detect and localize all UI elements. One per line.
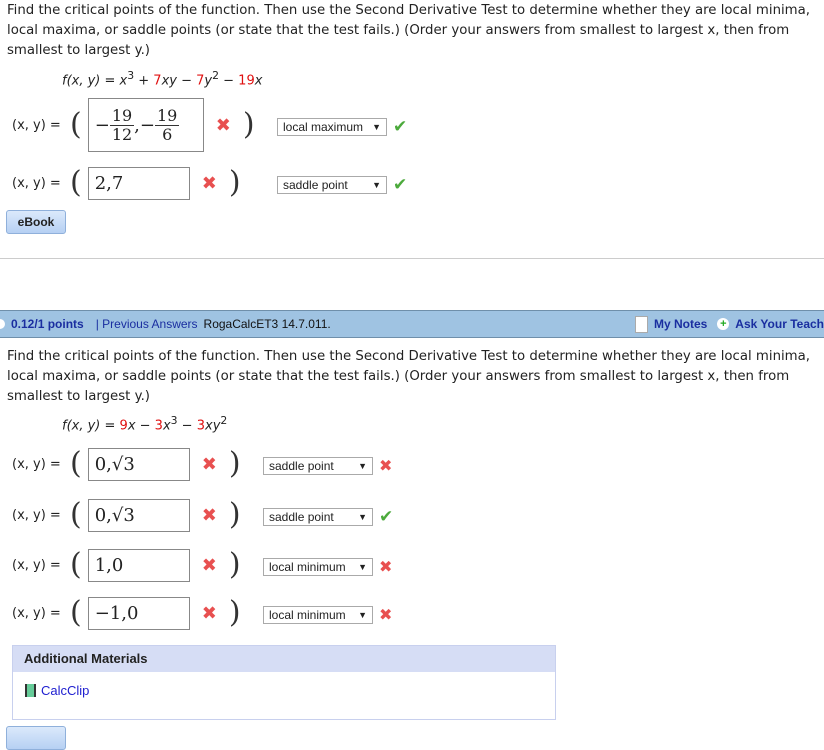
function-formula: f(x, y) = x3 + 7xy − 7y2 − 19x bbox=[62, 69, 263, 89]
point-label: (x, y) = bbox=[12, 117, 61, 133]
my-notes-link[interactable]: My Notes bbox=[654, 317, 707, 331]
function-formula: f(x, y) = 9x − 3x3 − 3xy2 bbox=[62, 414, 228, 434]
answer-row: (x, y) = (0,√3 ✖) bbox=[12, 497, 241, 533]
check-icon: ✔ bbox=[379, 507, 394, 527]
x-icon: ✖ bbox=[379, 605, 393, 624]
x-icon: ✖ bbox=[201, 602, 217, 624]
answer-input[interactable]: −1,0 bbox=[87, 596, 190, 630]
divider bbox=[0, 258, 824, 259]
x-icon: ✖ bbox=[379, 557, 393, 576]
check-icon: ✔ bbox=[393, 175, 408, 195]
point-label: (x, y) = bbox=[12, 605, 61, 621]
x-icon: ✖ bbox=[201, 172, 217, 194]
question-text: Find the critical points of the function… bbox=[7, 3, 811, 58]
ebook-button[interactable]: eBook bbox=[6, 210, 66, 234]
notes-icon bbox=[634, 315, 648, 333]
answer-row: (x, y) = (1,0 ✖) bbox=[12, 547, 241, 583]
x-icon: ✖ bbox=[201, 453, 217, 475]
classification-select[interactable]: saddle point ▼ bbox=[263, 457, 373, 475]
paren: ) bbox=[228, 595, 241, 630]
point-label: (x, y) = bbox=[12, 175, 61, 191]
paren: ) bbox=[242, 107, 255, 142]
classification-select[interactable]: saddle point ▼ bbox=[263, 508, 373, 526]
paren: ( bbox=[70, 497, 82, 532]
ebook-button-partial[interactable] bbox=[6, 726, 66, 750]
paren: ( bbox=[70, 595, 82, 630]
paren: ) bbox=[228, 497, 241, 532]
question-header-bar: 0.12/1 points | Previous Answers RogaCal… bbox=[0, 310, 824, 338]
paren: ) bbox=[228, 446, 241, 481]
answer-input[interactable]: 0,√3 bbox=[87, 447, 190, 481]
answer-row: (x, y) = (−1,0 ✖) bbox=[12, 595, 241, 631]
x-icon: ✖ bbox=[201, 504, 217, 526]
classification-select[interactable]: saddle point ▼ bbox=[277, 176, 387, 194]
point-label: (x, y) = bbox=[12, 456, 61, 472]
panel-title: Additional Materials bbox=[13, 646, 555, 672]
point-label: (x, y) = bbox=[12, 557, 61, 573]
ask-teacher-link[interactable]: Ask Your Teach bbox=[735, 317, 824, 331]
check-icon: ✔ bbox=[393, 117, 408, 137]
classification-select[interactable]: local minimum ▼ bbox=[263, 558, 373, 576]
paren: ( bbox=[70, 446, 82, 481]
answer-row: (x, y) = ( 2,7 ✖ ) bbox=[12, 165, 241, 201]
plus-icon: + bbox=[717, 318, 730, 330]
answer-input[interactable]: −19 12 ,− 19 6 bbox=[87, 98, 204, 152]
point-label: (x, y) = bbox=[12, 507, 61, 523]
source: RogaCalcET3 14.7.011. bbox=[203, 317, 331, 331]
answer-row: (x, y) = (0,√3 ✖) bbox=[12, 446, 241, 482]
paren: ( bbox=[70, 107, 82, 142]
answer-row: (x, y) = ( −19 12 ,− 19 6 ✖ ) bbox=[12, 97, 255, 153]
previous-answers-link[interactable]: Previous Answers bbox=[102, 317, 197, 331]
x-icon: ✖ bbox=[201, 554, 217, 576]
paren: ( bbox=[70, 165, 82, 200]
points: 0.12/1 points bbox=[11, 317, 84, 331]
answer-input[interactable]: 0,√3 bbox=[87, 498, 190, 532]
question-text: Find the critical points of the function… bbox=[7, 349, 811, 404]
answer-input[interactable]: 2,7 bbox=[87, 166, 190, 200]
plus-icon bbox=[0, 319, 5, 329]
classification-select[interactable]: local maximum ▼ bbox=[277, 118, 387, 136]
paren: ) bbox=[228, 165, 241, 200]
additional-materials-panel: Additional Materials CalcClip bbox=[12, 645, 556, 720]
x-icon: ✖ bbox=[379, 456, 393, 475]
calcclip-link[interactable]: CalcClip bbox=[41, 683, 89, 698]
classification-select[interactable]: local minimum ▼ bbox=[263, 606, 373, 624]
paren: ) bbox=[228, 547, 241, 582]
answer-input[interactable]: 1,0 bbox=[87, 548, 190, 582]
x-icon: ✖ bbox=[215, 114, 231, 136]
paren: ( bbox=[70, 547, 82, 582]
film-icon bbox=[25, 684, 36, 697]
